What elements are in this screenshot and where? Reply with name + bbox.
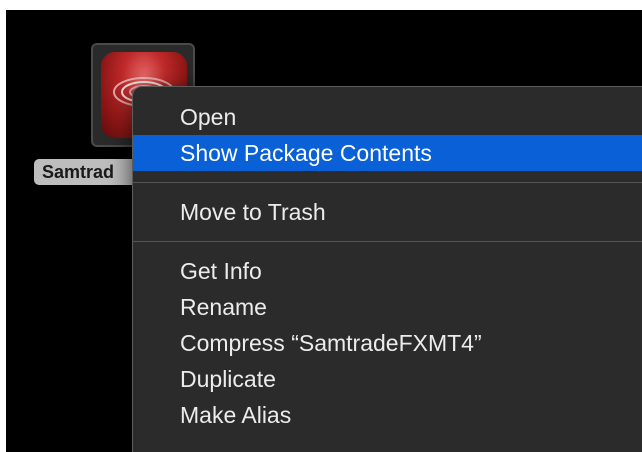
menu-item-duplicate[interactable]: Duplicate bbox=[133, 361, 642, 397]
menu-item-make-alias[interactable]: Make Alias bbox=[133, 397, 642, 433]
context-menu: Open Show Package Contents Move to Trash… bbox=[132, 86, 642, 452]
file-name-label[interactable]: Samtrad bbox=[34, 159, 145, 185]
menu-item-compress[interactable]: Compress “SamtradeFXMT4” bbox=[133, 325, 642, 361]
menu-separator bbox=[133, 241, 642, 242]
menu-item-move-to-trash[interactable]: Move to Trash bbox=[133, 194, 642, 230]
desktop: Wir Samtrad Open Show Package Contents M… bbox=[6, 10, 642, 452]
menu-separator bbox=[133, 182, 642, 183]
menu-item-show-package-contents[interactable]: Show Package Contents bbox=[133, 135, 642, 171]
menu-item-open[interactable]: Open bbox=[133, 99, 642, 135]
menu-item-get-info[interactable]: Get Info bbox=[133, 253, 642, 289]
menu-item-rename[interactable]: Rename bbox=[133, 289, 642, 325]
